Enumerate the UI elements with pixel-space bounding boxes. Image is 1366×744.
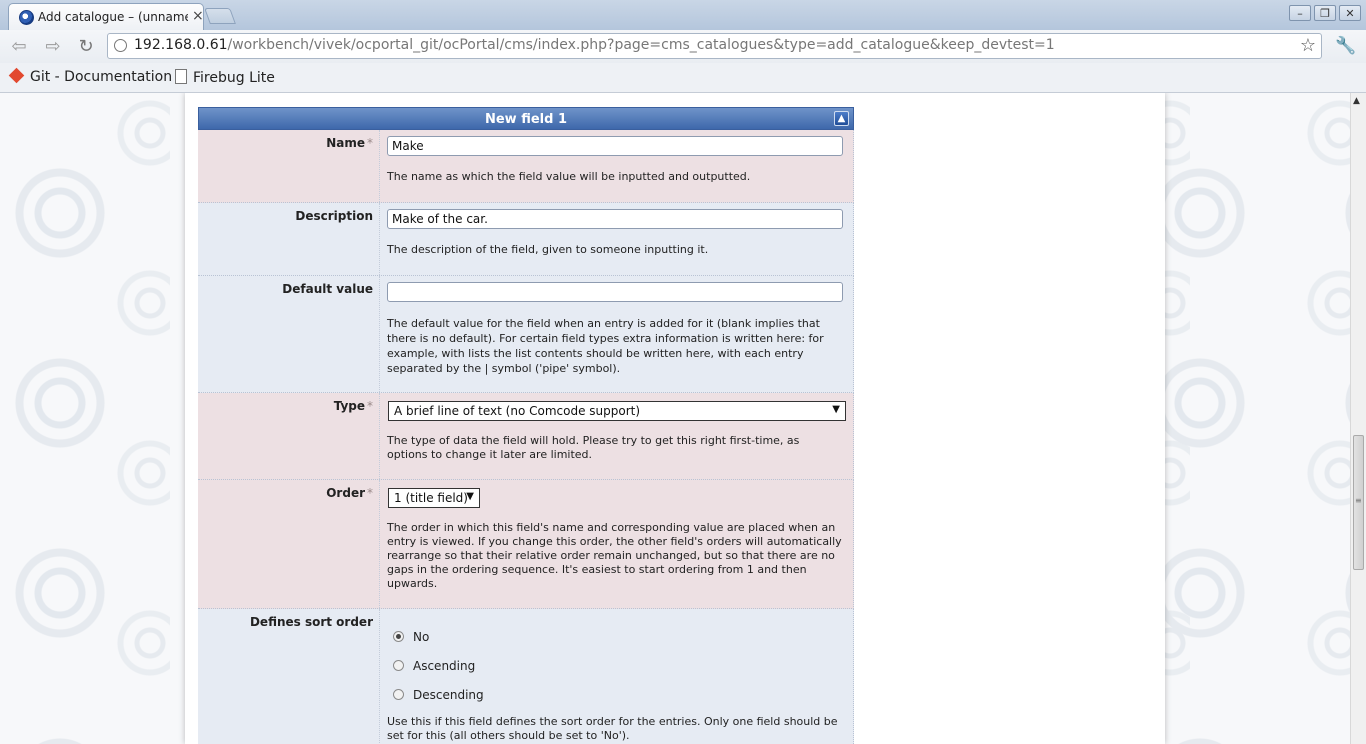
url-text: 192.168.0.61/workbench/vivek/ocportal_gi… <box>134 37 1055 53</box>
type-select[interactable]: A brief line of text (no Comcode support… <box>388 401 846 421</box>
bookmarks-bar: Git - Documentation Firebug Lite <box>0 63 1366 93</box>
sort-order-row: Defines sort order No Ascending Descendi… <box>198 609 854 744</box>
bookmark-star-icon[interactable]: ☆ <box>1300 35 1316 56</box>
sort-order-label: Defines sort order <box>198 609 380 744</box>
sort-order-option-no[interactable]: No <box>393 630 429 644</box>
required-marker: * <box>367 136 373 150</box>
back-icon[interactable]: ⇦ <box>9 36 29 57</box>
order-row: Order * 1 (title field) ▼ The order in wh… <box>198 480 854 609</box>
browser-title-bar: Add catalogue – (unnamed × – ❐ ✕ <box>0 0 1366 30</box>
type-description: The type of data the field will hold. Pl… <box>387 434 800 461</box>
dropdown-arrow-icon: ▼ <box>466 491 474 502</box>
field-section-header: New field 1 ▲ <box>198 107 854 130</box>
name-input[interactable]: Make <box>387 136 843 156</box>
name-description: The name as which the field value will b… <box>387 170 751 183</box>
order-select[interactable]: 1 (title field) ▼ <box>388 488 480 508</box>
page-viewport: New field 1 ▲ Name * Make The name as whi… <box>0 93 1350 744</box>
page-container: New field 1 ▲ Name * Make The name as whi… <box>185 93 1165 744</box>
url-path: /workbench/vivek/ocportal_git/ocPortal/c… <box>227 37 1055 53</box>
grip-icon: ≡ <box>1355 496 1362 505</box>
radio-label: Descending <box>413 688 484 702</box>
scroll-up-arrow-icon[interactable]: ▲ <box>1353 96 1360 106</box>
scroll-thumb[interactable]: ≡ <box>1353 435 1364 570</box>
order-label-text: Order <box>326 486 365 500</box>
required-marker: * <box>367 399 373 413</box>
site-favicon-icon <box>19 10 34 25</box>
description-row: Description Make of the car. The descrip… <box>198 203 854 276</box>
close-window-button[interactable]: ✕ <box>1339 5 1361 21</box>
forward-icon[interactable]: ⇨ <box>43 36 63 57</box>
default-value-label-text: Default value <box>282 282 373 296</box>
new-tab-button[interactable] <box>204 8 236 24</box>
bookmark-firebug-lite[interactable]: Firebug Lite <box>175 69 275 86</box>
description-help: The description of the field, given to s… <box>387 243 709 256</box>
order-selected-value: 1 (title field) <box>394 491 468 505</box>
globe-icon <box>114 39 127 52</box>
reload-icon[interactable]: ↻ <box>76 36 96 57</box>
name-label: Name * <box>198 130 380 202</box>
page-scrollbar[interactable]: ▲ ≡ <box>1350 93 1366 744</box>
collapse-icon[interactable]: ▲ <box>834 111 849 126</box>
minimize-button[interactable]: – <box>1289 5 1311 21</box>
default-value-label: Default value <box>198 276 380 392</box>
description-label-text: Description <box>295 209 373 223</box>
default-value-description: The default value for the field when an … <box>387 317 824 375</box>
browser-toolbar: ⇦ ⇨ ↻ 192.168.0.61/workbench/vivek/ocpor… <box>0 30 1366 63</box>
tab-close-button[interactable]: × <box>192 8 204 24</box>
type-label-text: Type <box>333 399 365 413</box>
field-form: New field 1 ▲ Name * Make The name as whi… <box>198 107 854 744</box>
required-marker: * <box>367 486 373 500</box>
bookmark-git-documentation[interactable]: Git - Documentation <box>8 67 173 85</box>
sort-order-option-descending[interactable]: Descending <box>393 688 484 702</box>
maximize-button[interactable]: ❐ <box>1314 5 1336 21</box>
field-section-title: New field 1 <box>484 112 568 127</box>
description-input[interactable]: Make of the car. <box>387 209 843 229</box>
radio-label: No <box>413 630 430 644</box>
radio-button[interactable] <box>393 660 404 671</box>
type-label: Type * <box>198 393 380 479</box>
order-description: The order in which this field's name and… <box>387 521 842 590</box>
sort-order-label-text: Defines sort order <box>249 615 373 629</box>
name-row: Name * Make The name as which the field v… <box>198 130 854 203</box>
document-icon <box>175 69 187 84</box>
bookmark-label: Git - Documentation <box>30 69 173 85</box>
dropdown-arrow-icon: ▼ <box>832 404 840 415</box>
radio-button[interactable] <box>393 689 404 700</box>
default-value-input[interactable] <box>387 282 843 302</box>
default-value-row: Default value The default value for the … <box>198 276 854 393</box>
address-bar[interactable]: 192.168.0.61/workbench/vivek/ocportal_gi… <box>107 33 1322 59</box>
description-label: Description <box>198 203 380 275</box>
sort-order-option-ascending[interactable]: Ascending <box>393 659 475 673</box>
radio-button[interactable] <box>393 631 404 642</box>
radio-label: Ascending <box>413 659 476 673</box>
order-label: Order * <box>198 480 380 608</box>
type-selected-value: A brief line of text (no Comcode support… <box>394 404 641 418</box>
sort-order-description: Use this if this field defines the sort … <box>387 715 838 742</box>
git-icon <box>8 67 25 84</box>
type-row: Type * A brief line of text (no Comcode s… <box>198 393 854 480</box>
url-host: 192.168.0.61 <box>134 37 228 53</box>
name-label-text: Name <box>326 136 365 150</box>
browser-tab-active[interactable]: Add catalogue – (unnamed × <box>8 3 204 30</box>
wrench-menu-icon[interactable]: 🔧 <box>1335 36 1356 56</box>
tab-title: Add catalogue – (unnamed <box>38 10 188 24</box>
bookmark-label: Firebug Lite <box>193 70 275 86</box>
